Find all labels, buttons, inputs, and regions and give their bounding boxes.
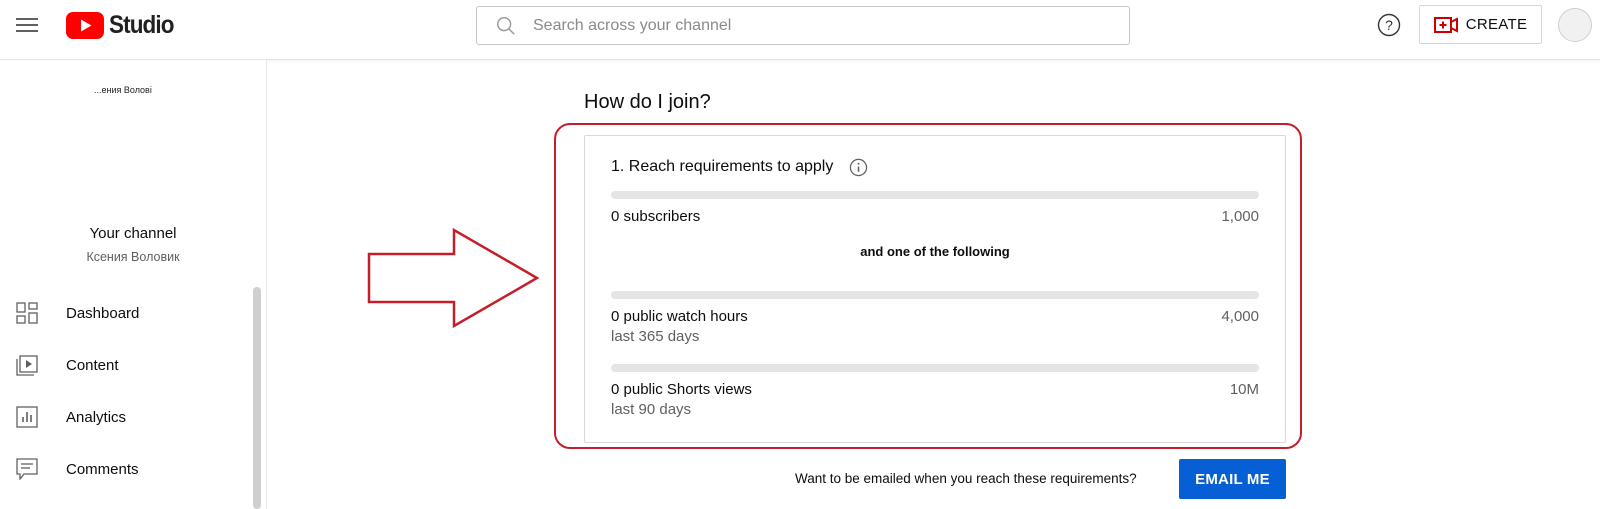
shorts-views-period: last 90 days <box>611 401 692 418</box>
comments-icon <box>16 458 38 480</box>
requirements-card: 1. Reach requirements to apply 0 subscri… <box>584 135 1286 443</box>
section-title: How do I join? <box>584 91 711 113</box>
or-divider-text: and one of the following <box>860 244 1010 259</box>
annotation-arrow-icon <box>367 227 540 329</box>
channel-banner-text: ...ения Волові <box>94 85 152 95</box>
top-bar: Studio ? CREATE <box>0 0 1600 60</box>
info-icon[interactable] <box>849 158 868 177</box>
shorts-views-progress-bar <box>611 364 1259 372</box>
sidebar-item-label: Analytics <box>66 408 127 426</box>
sidebar-item-analytics[interactable]: Analytics <box>0 395 250 439</box>
menu-icon[interactable] <box>16 14 38 36</box>
sidebar-item-content[interactable]: Content <box>0 343 250 387</box>
create-label: CREATE <box>1465 16 1528 33</box>
sidebar-item-label: Comments <box>66 460 139 478</box>
subscribers-progress-bar <box>611 191 1259 199</box>
dashboard-icon <box>16 302 38 324</box>
channel-name: Ксения Воловик <box>86 250 180 264</box>
sidebar-item-label: Dashboard <box>66 304 140 322</box>
youtube-logo-icon <box>66 11 104 39</box>
account-avatar[interactable] <box>1558 8 1592 42</box>
sidebar-scrollbar[interactable] <box>253 287 261 509</box>
svg-text:?: ? <box>1385 17 1393 33</box>
search-input[interactable] <box>531 15 1095 36</box>
watch-hours-period: last 365 days <box>611 328 700 345</box>
email-question: Want to be emailed when you reach these … <box>795 471 1137 486</box>
sidebar-item-dashboard[interactable]: Dashboard <box>0 291 250 335</box>
subscribers-count: 0 subscribers <box>611 208 701 225</box>
create-video-icon <box>1433 16 1458 33</box>
sidebar-item-label: Content <box>66 356 119 374</box>
shorts-views-target: 10M <box>1229 381 1259 398</box>
create-button[interactable]: CREATE <box>1419 5 1542 44</box>
email-me-button[interactable]: EMAIL ME <box>1179 459 1286 499</box>
help-icon[interactable]: ? <box>1377 13 1401 37</box>
sidebar-item-comments[interactable]: Comments <box>0 447 250 491</box>
watch-hours-target: 4,000 <box>1221 308 1259 325</box>
search-box[interactable] <box>476 6 1130 45</box>
card-title: 1. Reach requirements to apply <box>611 158 834 175</box>
content-icon <box>16 355 38 376</box>
search-icon <box>497 16 515 35</box>
sidebar: ...ения Волові Your channel Ксения Волов… <box>0 60 267 509</box>
channel-title[interactable]: Your channel <box>0 225 266 242</box>
subscribers-target: 1,000 <box>1221 208 1259 225</box>
app-name: Studio <box>109 10 174 39</box>
studio-logo[interactable]: Studio <box>66 11 181 39</box>
shorts-views-count: 0 public Shorts views <box>611 381 752 398</box>
analytics-icon <box>16 406 38 428</box>
watch-hours-count: 0 public watch hours <box>611 308 748 325</box>
watch-hours-progress-bar <box>611 291 1259 299</box>
